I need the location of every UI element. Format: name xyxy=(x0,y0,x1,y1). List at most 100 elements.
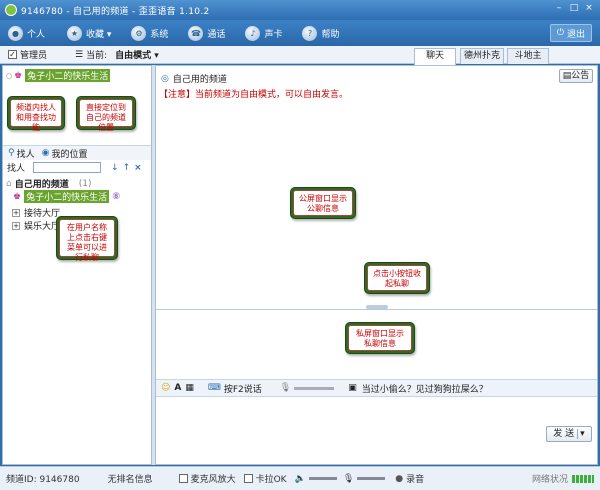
phone-icon: ☎ xyxy=(188,25,204,41)
menu-help[interactable]: ? 帮助 xyxy=(302,25,340,41)
expand-icon: + xyxy=(12,221,20,230)
menu-bar: ● 个人 ★ 收藏 ▾ ⚙ 系统 ☎ 通话 ♪ 声卡 ? 帮助 ⏻ 退出 xyxy=(0,20,600,46)
mic-volume-slider[interactable] xyxy=(357,477,386,480)
rank-info: 无排名信息 xyxy=(107,475,153,485)
tab-chat[interactable]: 聊天 xyxy=(414,48,456,65)
close-search-icon[interactable]: × xyxy=(134,163,142,173)
exit-button[interactable]: ⏻ 退出 xyxy=(549,24,592,42)
menu-label: 声卡 xyxy=(264,29,283,40)
menu-favorites[interactable]: ★ 收藏 ▾ xyxy=(67,25,112,41)
app-logo-icon xyxy=(5,4,17,16)
announce-icon: ▤ xyxy=(562,71,572,81)
close-icon[interactable]: × xyxy=(583,3,595,15)
callout-private-screen: 私屏窗口显示私聊信息 xyxy=(345,322,415,354)
note-icon: ▣ xyxy=(348,383,357,393)
menu-label: 通话 xyxy=(207,29,226,40)
menu-soundcard[interactable]: ♪ 声卡 xyxy=(245,25,283,41)
callout-text: 私屏窗口显示私聊信息 xyxy=(348,325,412,351)
announcement-button[interactable]: ▤公告 xyxy=(559,69,593,83)
mic-boost-label: 麦克风放大 xyxy=(190,475,236,485)
position-icon: ◉ xyxy=(41,148,50,158)
mic-icon: 🎙 xyxy=(342,473,355,484)
search-label: 找人 xyxy=(7,164,26,174)
channel-id: 频道ID: 9146780 xyxy=(6,475,80,485)
menu-call[interactable]: ☎ 通话 xyxy=(188,25,226,41)
top-channel-row[interactable]: ○ ♚ 兔子小二的快乐生活 xyxy=(6,69,111,82)
arrow-down-icon[interactable]: ↓ xyxy=(111,163,119,173)
send-button[interactable]: 发 送 ▾ xyxy=(546,426,592,442)
send-label: 发 送 xyxy=(553,429,575,439)
send-options-icon[interactable]: ▾ xyxy=(577,429,585,439)
callout-text: 在用户名称上点击右键菜单可以进行私聊 xyxy=(59,219,115,262)
arrow-up-icon[interactable]: ↑ xyxy=(123,163,131,173)
record-icon: ● xyxy=(395,473,404,484)
callout-text: 公屏窗口显示公聊信息 xyxy=(293,190,353,216)
tree-root[interactable]: ⌂ 自己用的频道 (1) xyxy=(6,177,92,191)
mode-dropdown[interactable]: 自由模式 ▾ xyxy=(115,48,159,61)
room-label: 接待大厅 xyxy=(24,209,61,219)
minimize-icon[interactable]: – xyxy=(553,3,565,15)
font-icon[interactable]: A xyxy=(174,383,181,393)
marquee-text: 当过小偷么？见过狗狗拉屎么？ xyxy=(361,384,488,395)
callout-public-screen: 公屏窗口显示公聊信息 xyxy=(290,187,356,219)
tree-user-name: 兔子小二的快乐生活 xyxy=(24,190,110,203)
message-input[interactable] xyxy=(156,398,597,464)
announce-label: 公告 xyxy=(571,71,590,81)
search-input[interactable] xyxy=(33,162,102,173)
status-bar: 频道ID: 9146780 无排名信息 麦克风放大 卡拉OK 🔈 🎙 ● 录音 … xyxy=(0,466,600,490)
karaoke-label: 卡拉OK xyxy=(255,475,287,485)
tab-texas-poker[interactable]: 德州扑克 xyxy=(460,48,504,64)
person-icon: ● xyxy=(8,25,23,41)
system-icon: ⚙ xyxy=(131,25,147,41)
current-label: 当前: xyxy=(86,51,108,61)
f2-talk-button[interactable]: 按F2说话 xyxy=(224,382,262,395)
speaker-icon: ♪ xyxy=(245,25,261,41)
badge-icon: ⑧ xyxy=(112,191,121,202)
admin-checkbox[interactable]: ✓ xyxy=(8,50,17,59)
volume-slider[interactable] xyxy=(308,477,337,480)
room-item[interactable]: + 娱乐大厅 xyxy=(12,219,60,232)
exit-label: 退出 xyxy=(566,29,585,40)
karaoke-checkbox[interactable] xyxy=(243,474,253,483)
menu-label: 收藏 ▾ xyxy=(86,29,112,40)
mic-boost-checkbox[interactable] xyxy=(178,474,188,483)
my-position-button[interactable]: 我的位置 xyxy=(51,147,87,160)
title-bar: 9146780 - 自己用的频道 - 歪歪语音 1.10.2 – □ × xyxy=(0,0,600,20)
callout-text: 点击小按钮收起私聊 xyxy=(367,265,427,291)
channel-root-icon: ⌂ xyxy=(6,178,12,189)
callout-text: 直接定位到自己的频道位置 xyxy=(79,99,133,132)
menu-label: 帮助 xyxy=(321,29,340,40)
callout-my-position: 直接定位到自己的频道位置 xyxy=(76,96,136,132)
menu-label: 个人 xyxy=(27,29,46,40)
network-signal-icon xyxy=(572,474,594,483)
channel-icon: ◎ xyxy=(161,73,169,84)
callout-text: 频道内找人和用查找功能 xyxy=(10,99,62,132)
user-avatar-icon: ♚ xyxy=(13,191,22,202)
maximize-icon[interactable]: □ xyxy=(568,3,580,15)
emoji-icon[interactable]: ☺ xyxy=(161,383,170,393)
mic-level-slider[interactable] xyxy=(294,386,335,390)
speaker-icon: 🔈 xyxy=(294,473,306,484)
mic-icon: 🎙 xyxy=(279,383,292,393)
callout-collapse: 点击小按钮收起私聊 xyxy=(364,262,430,294)
menu-personal[interactable]: ● 个人 xyxy=(8,25,46,41)
image-icon[interactable]: ▦ xyxy=(185,383,194,393)
menu-system[interactable]: ⚙ 系统 xyxy=(131,25,169,41)
list-icon: ☰ xyxy=(75,49,84,60)
record-button[interactable]: 录音 xyxy=(406,472,424,485)
tree-root-count: (1) xyxy=(78,178,92,189)
callout-find-person: 频道内找人和用查找功能 xyxy=(7,96,65,132)
tab-doudizhu[interactable]: 斗地主 xyxy=(507,48,549,64)
expand-icon: ○ xyxy=(6,71,13,80)
f2-talk-icon: ⌨ xyxy=(207,383,221,393)
tree-user-row[interactable]: ♚ 兔子小二的快乐生活 ⑧ xyxy=(13,190,120,203)
find-person-tab[interactable]: 找人 xyxy=(17,147,35,160)
chat-channel-name: 自己用的频道 xyxy=(172,75,227,85)
top-channel-name: 兔子小二的快乐生活 xyxy=(25,69,111,82)
tree-root-label: 自己用的频道 xyxy=(14,180,69,190)
network-status-label: 网络状况 xyxy=(531,475,568,485)
menu-label: 系统 xyxy=(150,29,169,40)
room-item[interactable]: + 接待大厅 xyxy=(12,206,60,219)
star-icon: ★ xyxy=(67,25,83,41)
callout-private-chat: 在用户名称上点击右键菜单可以进行私聊 xyxy=(56,216,118,262)
